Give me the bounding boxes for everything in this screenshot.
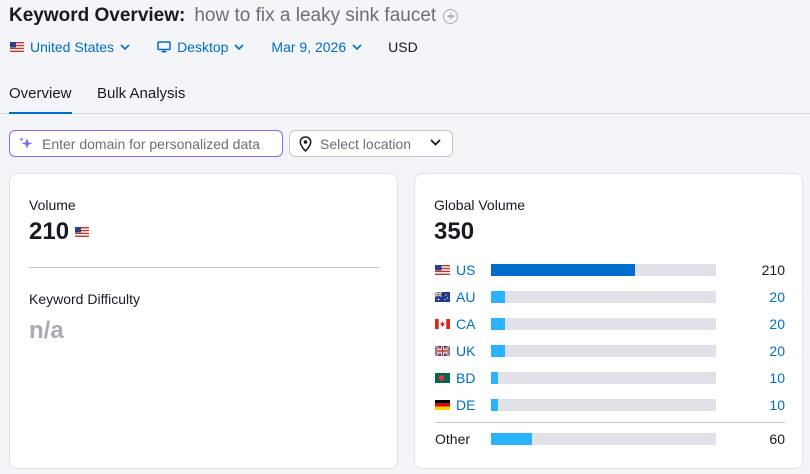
filters-bar: United States Desktop Mar 9, 2026 USD xyxy=(10,38,418,56)
country-volume[interactable]: 20 xyxy=(769,343,785,359)
other-volume: 60 xyxy=(769,431,785,447)
country-volume[interactable]: 20 xyxy=(769,289,785,305)
location-select[interactable]: Select location xyxy=(289,130,453,157)
chevron-down-icon xyxy=(430,139,441,146)
global-volume-label: Global Volume xyxy=(434,197,526,213)
sparkle-icon xyxy=(18,136,34,152)
volume-bar xyxy=(491,433,716,445)
volume-label: Volume xyxy=(29,197,76,213)
volume-value: 210 xyxy=(29,218,70,245)
country-row-ca[interactable]: CA 20 xyxy=(435,316,785,332)
tab-overview[interactable]: Overview xyxy=(9,85,72,114)
page-title: Keyword Overview: xyxy=(9,5,186,26)
country-volume[interactable]: 10 xyxy=(769,370,785,386)
au-flag-icon xyxy=(435,292,450,302)
desktop-icon xyxy=(157,41,171,53)
divider xyxy=(29,267,379,268)
keyword-text: how to fix a leaky sink faucet xyxy=(194,5,437,26)
global-volume-card: Global Volume 350 US 210 AU 20 CA 20 UK … xyxy=(414,173,803,469)
other-label: Other xyxy=(435,431,471,447)
location-pin-icon xyxy=(299,135,312,152)
volume-bar xyxy=(491,264,716,276)
volume-card: Volume 210 Keyword Difficulty n/a xyxy=(9,173,398,469)
country-code[interactable]: DE xyxy=(456,397,475,413)
device-filter-label: Desktop xyxy=(177,39,229,55)
country-row-other: Other 60 xyxy=(435,431,785,447)
volume-bar-fill xyxy=(491,345,505,357)
volume-bar-fill xyxy=(491,433,532,445)
bd-flag-icon xyxy=(435,373,450,383)
keyword-difficulty-value: n/a xyxy=(29,317,64,344)
country-row-de[interactable]: DE 10 xyxy=(435,397,785,413)
date-filter[interactable]: Mar 9, 2026 xyxy=(271,39,362,55)
country-code[interactable]: AU xyxy=(456,289,475,305)
volume-bar xyxy=(491,291,716,303)
keyword-difficulty-label: Keyword Difficulty xyxy=(29,291,141,307)
date-filter-label: Mar 9, 2026 xyxy=(271,39,347,55)
location-select-placeholder: Select location xyxy=(320,135,412,152)
chevron-down-icon xyxy=(352,44,362,50)
volume-bar xyxy=(491,399,716,411)
uk-flag-icon xyxy=(435,346,450,356)
page-title-row: Keyword Overview: how to fix a leaky sin… xyxy=(9,5,459,27)
country-row-au[interactable]: AU 20 xyxy=(435,289,785,305)
country-volume[interactable]: 20 xyxy=(769,316,785,332)
device-filter[interactable]: Desktop xyxy=(157,39,244,55)
country-row-bd[interactable]: BD 10 xyxy=(435,370,785,386)
domain-input[interactable]: Enter domain for personalized data xyxy=(9,130,283,157)
global-volume-value: 350 xyxy=(434,218,475,245)
volume-bar-fill xyxy=(491,399,498,411)
us-flag-icon xyxy=(10,42,24,52)
country-code[interactable]: UK xyxy=(456,343,475,359)
volume-bar xyxy=(491,345,716,357)
tab-bar: Overview Bulk Analysis xyxy=(0,83,810,114)
country-filter-label: United States xyxy=(30,39,115,55)
country-code[interactable]: CA xyxy=(456,316,475,332)
country-code[interactable]: BD xyxy=(456,370,475,386)
country-row-us[interactable]: US 210 xyxy=(435,262,785,278)
country-volume: 210 xyxy=(761,262,785,278)
tab-bulk-analysis[interactable]: Bulk Analysis xyxy=(97,85,185,102)
ca-flag-icon xyxy=(435,319,450,329)
country-filter[interactable]: United States xyxy=(10,39,130,55)
volume-bar-fill xyxy=(491,291,505,303)
volume-bar-fill xyxy=(491,264,635,276)
currency-label: USD xyxy=(388,39,418,55)
de-flag-icon xyxy=(435,400,450,410)
us-flag-icon xyxy=(75,227,90,237)
chevron-down-icon xyxy=(120,44,130,50)
divider xyxy=(435,422,785,423)
domain-input-placeholder: Enter domain for personalized data xyxy=(42,135,260,152)
add-keyword-icon[interactable] xyxy=(443,8,459,24)
volume-bar xyxy=(491,318,716,330)
volume-value-row: 210 xyxy=(29,218,90,246)
country-volume[interactable]: 10 xyxy=(769,397,785,413)
us-flag-icon xyxy=(435,265,450,275)
country-code[interactable]: US xyxy=(456,262,475,278)
chevron-down-icon xyxy=(234,44,244,50)
volume-bar-fill xyxy=(491,372,498,384)
country-row-uk[interactable]: UK 20 xyxy=(435,343,785,359)
volume-bar-fill xyxy=(491,318,505,330)
volume-bar xyxy=(491,372,716,384)
